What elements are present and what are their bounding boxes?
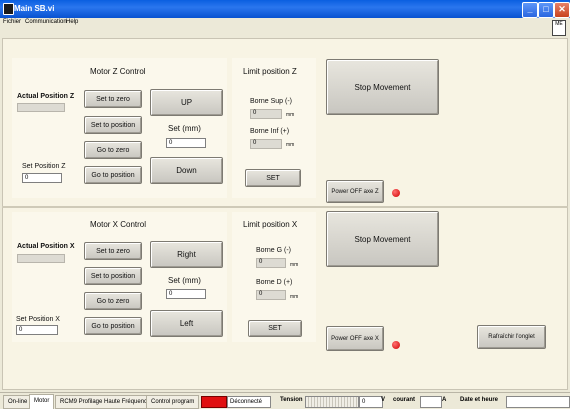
- right-button[interactable]: Right: [150, 241, 223, 268]
- courant-label: courant: [393, 397, 416, 403]
- z-set-to-position-button[interactable]: Set to position: [84, 116, 142, 134]
- datetime-label: Date et heure: [460, 397, 499, 403]
- connection-status: Déconnecté: [227, 396, 271, 408]
- refresh-tab-button[interactable]: Rafraîchir l'onglet: [477, 325, 546, 349]
- window-title-bar: Main SB.vi _ □ ✕: [0, 0, 570, 18]
- borne-sup-label: Borne Sup (-): [250, 98, 293, 105]
- power-off-axe-x-button[interactable]: Power OFF axe X: [326, 326, 384, 351]
- window-title: Main SB.vi: [14, 4, 55, 13]
- tab-online[interactable]: On-line: [3, 395, 33, 409]
- borne-d-unit: mm: [290, 294, 299, 300]
- stop-movement-z-button[interactable]: Stop Movement: [326, 59, 439, 115]
- up-button[interactable]: UP: [150, 89, 223, 116]
- down-button[interactable]: Down: [150, 157, 223, 184]
- power-x-led: [392, 341, 400, 349]
- set-limit-z-button[interactable]: SET: [245, 169, 301, 187]
- z-set-to-zero-button[interactable]: Set to zero: [84, 90, 142, 108]
- borne-d-label: Borne D (+): [256, 279, 293, 286]
- borne-inf-value: 0: [250, 139, 282, 149]
- borne-d-value: 0: [256, 290, 286, 300]
- set-limit-x-button[interactable]: SET: [248, 320, 302, 337]
- minimize-button[interactable]: _: [522, 2, 538, 18]
- set-position-x-input[interactable]: 0: [16, 325, 58, 335]
- actual-position-z-display: [17, 103, 65, 112]
- app-icon: [3, 3, 14, 15]
- close-button[interactable]: ✕: [554, 2, 570, 18]
- power-z-led: [392, 189, 400, 197]
- left-button[interactable]: Left: [150, 310, 223, 337]
- x-go-to-position-button[interactable]: Go to position: [84, 317, 142, 335]
- z-set-mm-label: Set (mm): [168, 124, 201, 133]
- borne-sup-unit: mm: [286, 112, 295, 118]
- courant-unit: A: [442, 397, 447, 403]
- borne-g-value: 0: [256, 258, 286, 268]
- menu-fichier[interactable]: Fichier: [3, 19, 21, 25]
- z-set-mm-input[interactable]: 0: [166, 138, 206, 148]
- stop-movement-x-button[interactable]: Stop Movement: [326, 211, 439, 267]
- x-set-to-zero-button[interactable]: Set to zero: [84, 242, 142, 260]
- power-off-axe-z-button[interactable]: Power OFF axe Z: [326, 180, 384, 203]
- menu-bar: Fichier Communication Help: [0, 18, 570, 28]
- menu-communication[interactable]: Communication: [25, 19, 67, 25]
- courant-value: [420, 396, 442, 408]
- z-go-to-position-button[interactable]: Go to position: [84, 166, 142, 184]
- limit-z-title: Limit position Z: [243, 67, 297, 76]
- tension-gauge: [305, 396, 359, 408]
- maximize-button[interactable]: □: [538, 2, 554, 18]
- borne-inf-label: Borne Inf (+): [250, 128, 290, 135]
- connection-led: [201, 396, 227, 408]
- section-divider: [2, 206, 568, 208]
- datetime-value: [506, 396, 570, 408]
- borne-sup-value: 0: [250, 109, 282, 119]
- borne-g-unit: mm: [290, 262, 299, 268]
- tension-label: Tension: [280, 397, 303, 403]
- vi-connector-icon: ME: [552, 20, 566, 36]
- motor-z-title: Motor Z Control: [90, 67, 146, 76]
- actual-position-z-label: Actual Position Z: [17, 93, 75, 100]
- z-go-to-zero-button[interactable]: Go to zero: [84, 141, 142, 159]
- tab-control-program[interactable]: Control program: [146, 395, 200, 409]
- set-position-z-input[interactable]: 0: [22, 173, 62, 183]
- set-position-x-label: Set Position X: [16, 316, 60, 323]
- actual-position-x-display: [17, 254, 65, 263]
- actual-position-x-label: Actual Position X: [17, 243, 75, 250]
- set-position-z-label: Set Position Z: [22, 163, 66, 170]
- x-set-to-position-button[interactable]: Set to position: [84, 267, 142, 285]
- x-set-mm-label: Set (mm): [168, 276, 201, 285]
- tension-unit: V: [381, 397, 386, 403]
- tension-value: 0: [359, 396, 383, 408]
- x-go-to-zero-button[interactable]: Go to zero: [84, 292, 142, 310]
- limit-x-title: Limit position X: [243, 220, 298, 229]
- borne-inf-unit: mm: [286, 142, 295, 148]
- motor-x-title: Motor X Control: [90, 220, 147, 229]
- borne-g-label: Borne G (-): [256, 247, 292, 254]
- status-bar: On-line Motor RCM9 Profilage Haute Fréqu…: [0, 392, 570, 409]
- menu-help[interactable]: Help: [66, 19, 78, 25]
- tab-motor[interactable]: Motor: [29, 394, 55, 409]
- x-set-mm-input[interactable]: 0: [166, 289, 206, 299]
- tab-rcm9[interactable]: RCM9 Profilage Haute Fréquence: [55, 395, 156, 409]
